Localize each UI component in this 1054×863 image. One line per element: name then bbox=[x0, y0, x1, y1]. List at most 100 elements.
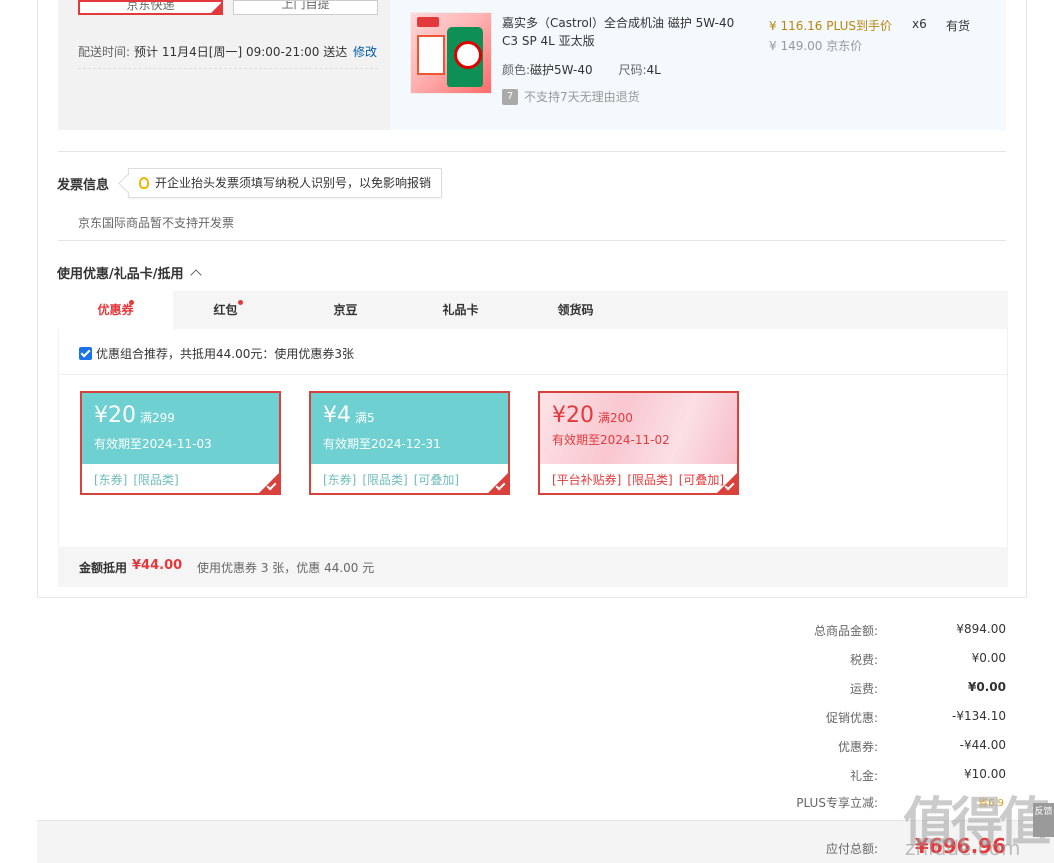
coupon-tags: [东券] [限品类] bbox=[94, 471, 185, 488]
coupon-value: ¥20 bbox=[552, 403, 594, 428]
coupon-tag: [东券] bbox=[94, 473, 128, 487]
shipping-fee-label: 运费: bbox=[849, 682, 878, 696]
summary-amount: ¥44.00 bbox=[132, 558, 183, 573]
tax-value: ¥0.00 bbox=[971, 651, 1006, 665]
invoice-tip-text: 开企业抬头发票须填写纳税人识别号，以免影响报销 bbox=[155, 176, 432, 190]
shipping-option-jd-express[interactable]: 京东快递 bbox=[78, 0, 223, 15]
coupon-threshold: 满200 bbox=[598, 411, 633, 425]
shipping-option-label: 京东快递 bbox=[126, 0, 175, 12]
coupon-tag: [限品类] bbox=[362, 473, 408, 487]
product-attributes: 颜色:磁护5W-40 尺码:4L bbox=[502, 61, 661, 78]
coupon-header: ¥20 满299 有效期至2024-11-03 bbox=[82, 393, 279, 464]
gift-money-label: 礼金: bbox=[849, 769, 878, 783]
plus-discount-label: PLUS专享立减: bbox=[796, 796, 878, 810]
combo-recommend[interactable]: 优惠组合推荐，共抵用44.00元：使用优惠券3张 bbox=[79, 345, 354, 362]
coupon-threshold: 满5 bbox=[355, 411, 375, 425]
tab-red-packet[interactable]: 红包 bbox=[168, 291, 283, 329]
color-value: 磁护5W-40 bbox=[530, 63, 593, 77]
tab-coupons[interactable]: 优惠券 bbox=[58, 291, 173, 329]
pay-total-label: 应付总额: bbox=[825, 842, 878, 856]
shipping-panel bbox=[58, 0, 390, 130]
coupon-card[interactable]: ¥4 满5 有效期至2024-12-31 [东券] [限品类] [可叠加] bbox=[309, 391, 510, 495]
divider bbox=[78, 68, 378, 69]
size-value: 4L bbox=[646, 63, 661, 77]
coupon-amount: ¥20 满299 bbox=[94, 403, 175, 428]
divider bbox=[58, 374, 1008, 375]
watermark-url: zhidde.com bbox=[905, 836, 1021, 860]
checkbox-checked-icon[interactable] bbox=[79, 347, 92, 360]
coupon-section-toggle[interactable]: 使用优惠/礼品卡/抵用 bbox=[57, 263, 202, 282]
seven-day-icon: 7 bbox=[502, 88, 518, 105]
summary-text: 使用优惠券 3 张，优惠 44.00 元 bbox=[197, 561, 375, 575]
coupon-header: ¥20 满200 有效期至2024-11-02 bbox=[540, 393, 737, 464]
promo-box-icon bbox=[417, 35, 445, 75]
divider bbox=[58, 240, 1006, 241]
tab-label: 红包 bbox=[213, 303, 238, 317]
product-name[interactable]: 嘉实多（Castrol）全合成机油 磁护 5W-40 C3 SP 4L 亚太版 bbox=[502, 14, 752, 50]
coupon-validity: 有效期至2024-11-03 bbox=[94, 437, 212, 451]
promo-tag-icon bbox=[417, 17, 439, 27]
coupon-tag: [限品类] bbox=[627, 473, 673, 487]
coupon-threshold: 满299 bbox=[140, 411, 175, 425]
shipping-option-pickup[interactable]: 上门自提 bbox=[233, 0, 378, 15]
edit-delivery-link[interactable]: 修改 bbox=[353, 43, 377, 60]
delivery-time: 配送时间: 预计 11月4日[周一] 09:00-21:00 送达 修改 bbox=[78, 43, 377, 60]
tab-redeem-code[interactable]: 领货码 bbox=[518, 291, 633, 329]
tab-jd-beans[interactable]: 京豆 bbox=[288, 291, 403, 329]
coupon-section-title: 使用优惠/礼品卡/抵用 bbox=[57, 267, 184, 282]
coupon-tags: [东券] [限品类] [可叠加] bbox=[323, 471, 465, 488]
coupon-header: ¥4 满5 有效期至2024-12-31 bbox=[311, 393, 508, 464]
size-label: 尺码: bbox=[618, 63, 647, 77]
coupon-discount-label: 优惠券: bbox=[837, 740, 878, 754]
promo-discount-label: 促销优惠: bbox=[825, 711, 878, 725]
coupon-tabs: 优惠券 红包 京豆 礼品卡 领货码 bbox=[58, 291, 1008, 329]
coupon-tags: [平台补贴券] [限品类] [可叠加] bbox=[552, 471, 730, 488]
invoice-tip: 开企业抬头发票须填写纳税人识别号，以免影响报销 bbox=[128, 168, 443, 198]
tab-label: 领货码 bbox=[557, 303, 594, 317]
product-quantity: x6 bbox=[912, 17, 927, 31]
no-return-text: 不支持7天无理由退货 bbox=[524, 90, 640, 104]
gift-money-value: ¥10.00 bbox=[964, 767, 1006, 781]
combo-text: 优惠组合推荐，共抵用44.00元：使用优惠券3张 bbox=[96, 347, 354, 361]
check-icon bbox=[259, 473, 279, 493]
coupon-tag: [东券] bbox=[323, 473, 357, 487]
coupon-value: ¥4 bbox=[323, 403, 351, 428]
total-goods-label: 总商品金额: bbox=[813, 624, 878, 638]
coupon-discount-value: -¥44.00 bbox=[959, 738, 1006, 752]
tab-label: 优惠券 bbox=[97, 303, 134, 317]
summary-label: 金额抵用 bbox=[79, 561, 128, 575]
coupon-tag: [可叠加] bbox=[413, 473, 460, 487]
selected-corner-icon bbox=[211, 3, 221, 13]
invoice-note: 京东国际商品暂不支持开发票 bbox=[78, 216, 235, 230]
tax-label: 税费: bbox=[849, 653, 878, 667]
stock-status: 有货 bbox=[946, 19, 971, 33]
check-icon bbox=[488, 473, 508, 493]
no-return-notice: 7 不支持7天无理由退货 bbox=[502, 88, 640, 105]
coupon-card[interactable]: ¥20 满200 有效期至2024-11-02 [平台补贴券] [限品类] [可叠加] bbox=[538, 391, 739, 495]
delivery-value: 预计 11月4日[周一] 09:00-21:00 送达 bbox=[134, 45, 348, 59]
feedback-button[interactable]: 反馈 bbox=[1033, 803, 1054, 837]
coupon-card[interactable]: ¥20 满299 有效期至2024-11-03 [东券] [限品类] bbox=[80, 391, 281, 495]
coupon-tag: [平台补贴券] bbox=[552, 473, 622, 487]
check-icon bbox=[717, 473, 737, 493]
plus-price: ¥ 116.16 PLUS到手价 bbox=[769, 19, 892, 33]
coupon-validity: 有效期至2024-12-31 bbox=[323, 437, 441, 451]
coupon-validity: 有效期至2024-11-02 bbox=[552, 433, 670, 447]
promo-discount-value: -¥134.10 bbox=[952, 709, 1006, 723]
divider bbox=[58, 151, 1006, 152]
new-dot-icon bbox=[129, 300, 134, 305]
product-image[interactable] bbox=[410, 12, 492, 94]
tab-label: 礼品卡 bbox=[442, 303, 479, 317]
color-label: 颜色: bbox=[502, 63, 531, 77]
lightbulb-icon bbox=[139, 177, 149, 189]
shipping-fee-value: ¥0.00 bbox=[968, 680, 1006, 694]
new-dot-icon bbox=[238, 300, 243, 305]
coupon-amount: ¥4 满5 bbox=[323, 403, 375, 428]
total-goods-value: ¥894.00 bbox=[956, 622, 1006, 636]
delivery-label: 配送时间: bbox=[78, 45, 131, 59]
shipping-option-label: 上门自提 bbox=[281, 0, 330, 11]
invoice-title: 发票信息 bbox=[57, 178, 110, 193]
coupon-amount: ¥20 满200 bbox=[552, 403, 633, 428]
jd-price: ¥ 149.00 京东价 bbox=[769, 39, 863, 53]
tab-gift-card[interactable]: 礼品卡 bbox=[403, 291, 518, 329]
